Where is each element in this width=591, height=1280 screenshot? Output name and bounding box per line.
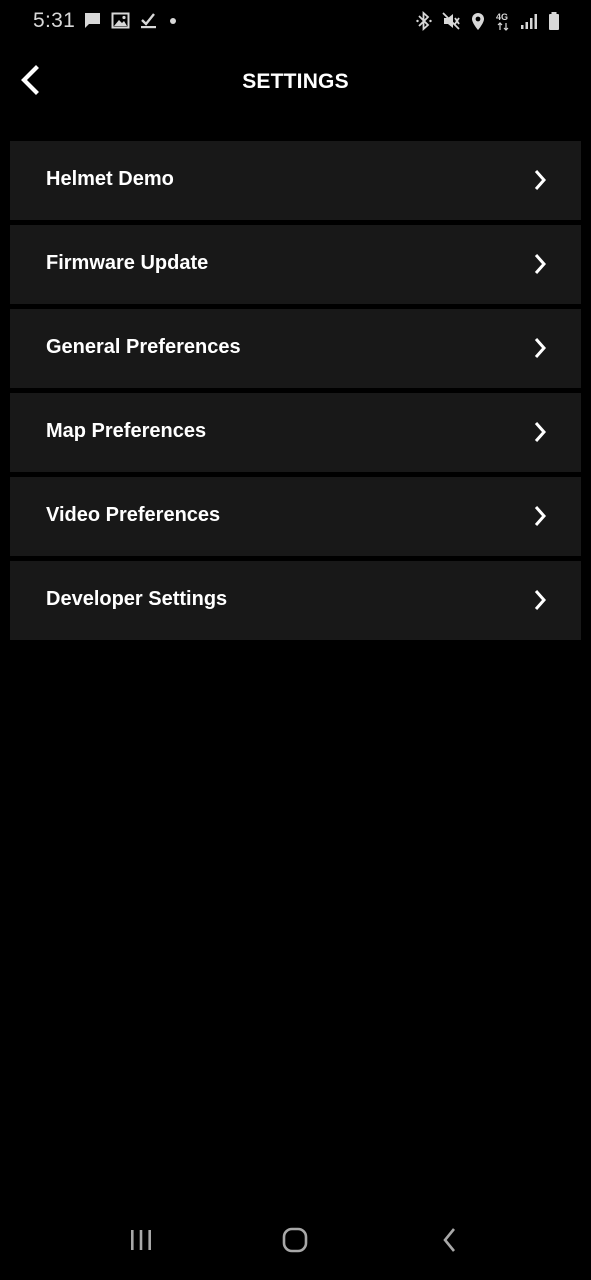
chevron-right-icon <box>532 420 548 444</box>
menu-item-label: Video Preferences <box>46 504 221 526</box>
vibrate-mute-icon <box>441 11 461 31</box>
signal-icon <box>520 11 538 31</box>
svg-text:4G: 4G <box>496 12 508 22</box>
header: SETTINGS <box>0 56 591 112</box>
message-icon <box>83 11 102 30</box>
back-icon <box>439 1226 461 1259</box>
system-nav-bar <box>0 1208 591 1280</box>
image-icon <box>111 11 130 30</box>
menu-item-developer-settings[interactable]: Developer Settings <box>10 561 581 640</box>
chevron-right-icon <box>532 252 548 276</box>
menu-item-video-preferences[interactable]: Video Preferences <box>10 477 581 556</box>
menu-item-label: Firmware Update <box>46 252 209 274</box>
home-icon <box>281 1226 309 1259</box>
chevron-right-icon <box>532 168 548 192</box>
home-button[interactable] <box>275 1224 315 1260</box>
menu-item-label: Map Preferences <box>46 420 207 442</box>
recent-apps-icon <box>128 1227 154 1258</box>
menu-item-map-preferences[interactable]: Map Preferences <box>10 393 581 472</box>
recent-apps-button[interactable] <box>121 1224 161 1260</box>
chevron-right-icon <box>532 588 548 612</box>
location-icon <box>470 11 486 31</box>
dot-icon <box>167 11 179 30</box>
page-title: SETTINGS <box>242 70 349 93</box>
menu-item-helmet-demo[interactable]: Helmet Demo <box>10 141 581 220</box>
status-time: 5:31 <box>33 9 76 32</box>
menu-item-firmware-update[interactable]: Firmware Update <box>10 225 581 304</box>
status-left-icons <box>83 11 179 30</box>
network-4g-icon: 4G <box>495 11 511 31</box>
check-icon <box>139 11 158 30</box>
menu-item-label: Developer Settings <box>46 588 228 610</box>
settings-menu: Helmet Demo Firmware Update General Pref… <box>10 141 581 645</box>
status-bar: 5:31 4G <box>0 0 591 44</box>
menu-item-general-preferences[interactable]: General Preferences <box>10 309 581 388</box>
chevron-right-icon <box>532 336 548 360</box>
status-right-icons: 4G <box>416 11 561 31</box>
menu-item-label: Helmet Demo <box>46 168 174 190</box>
bluetooth-icon <box>416 11 432 31</box>
nav-back-button[interactable] <box>430 1224 470 1260</box>
battery-icon <box>547 11 561 31</box>
menu-item-label: General Preferences <box>46 336 241 358</box>
chevron-right-icon <box>532 504 548 528</box>
